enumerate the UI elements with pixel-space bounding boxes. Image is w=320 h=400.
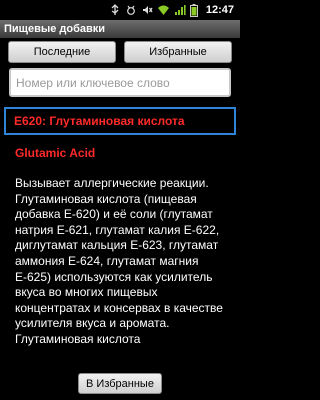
mute-icon (141, 3, 153, 17)
entry-description: Вызывает аллергические реакции. Глутамин… (15, 176, 223, 346)
recent-button[interactable]: Последние (8, 41, 116, 63)
clock: 12:47 (205, 4, 234, 16)
entry-title[interactable]: Е620: Глутаминовая кислота (4, 107, 236, 135)
wifi-icon (157, 3, 170, 17)
app-title: Пищевые добавки (0, 20, 240, 38)
signal-icon (174, 3, 186, 17)
favorites-button[interactable]: Избранные (124, 41, 232, 63)
add-favorite-button[interactable]: В Избранные (78, 373, 162, 394)
usb-icon (109, 3, 121, 17)
scroll-fade (0, 348, 240, 370)
tab-bar: Последние Избранные (8, 41, 232, 63)
search-input[interactable]: Номер или ключевое слово (9, 68, 231, 97)
app-screen: 12:47 Пищевые добавки Последние Избранны… (0, 0, 240, 400)
status-bar: 12:47 (0, 0, 240, 20)
english-name: Glutamic Acid (15, 146, 96, 160)
battery-icon (189, 3, 198, 17)
debug-icon (125, 3, 137, 17)
